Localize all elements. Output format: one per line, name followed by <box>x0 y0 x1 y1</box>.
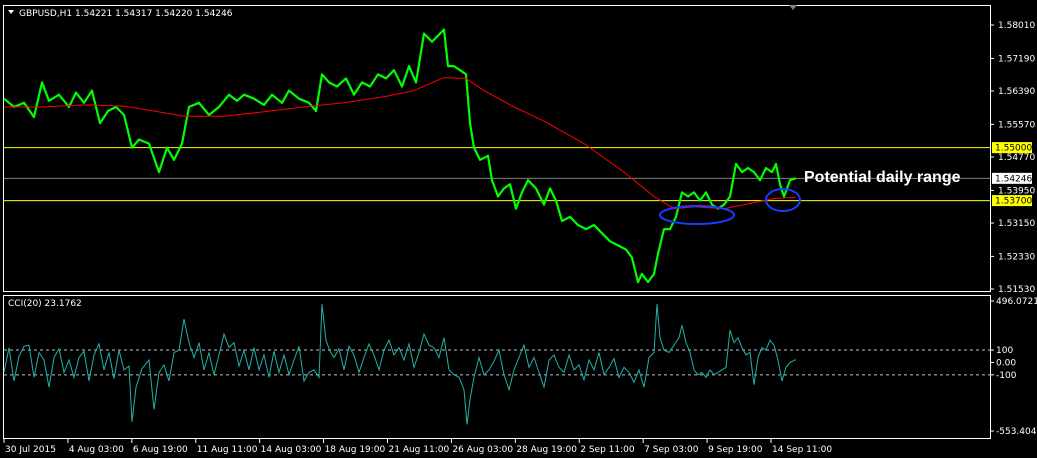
cci-tick-label: 496.0721 <box>996 297 1037 307</box>
cci-tick-label: 100 <box>996 346 1013 356</box>
price-tick-label: 1.51530 <box>998 285 1035 295</box>
price-tick-label: 1.53150 <box>998 219 1035 229</box>
level-label: 1.53700 <box>995 197 1032 207</box>
time-tick-label: 14 Sep 11:00 <box>772 445 832 455</box>
level-label: 1.55000 <box>995 144 1032 154</box>
price-tick-label: 1.52330 <box>998 252 1035 262</box>
cci-tick-label: -100 <box>996 371 1017 381</box>
time-tick-label: 30 Jul 2015 <box>5 445 56 455</box>
time-tick-label: 14 Aug 03:00 <box>261 445 322 455</box>
time-tick-label: 2 Sep 11:00 <box>580 445 635 455</box>
main-title: GBPUSD,H1 1.54221 1.54317 1.54220 1.5424… <box>19 9 233 19</box>
chart-background <box>0 0 1037 458</box>
time-tick-label: 18 Aug 19:00 <box>325 445 386 455</box>
price-tick-label: 1.56390 <box>998 87 1035 97</box>
time-tick-label: 11 Aug 11:00 <box>197 445 258 455</box>
time-tick-label: 26 Aug 03:00 <box>452 445 513 455</box>
annotation-text: Potential daily range <box>804 169 961 186</box>
price-tick-label: 1.55570 <box>998 120 1035 130</box>
price-tick-label: 1.57190 <box>998 54 1035 64</box>
time-tick-label: 4 Aug 03:00 <box>69 445 124 455</box>
current-price-label: 1.54246 <box>995 174 1032 184</box>
time-tick-label: 9 Sep 19:00 <box>708 445 763 455</box>
time-tick-label: 6 Aug 19:00 <box>133 445 188 455</box>
time-tick-label: 28 Aug 19:00 <box>516 445 577 455</box>
cci-title: CCI(20) 23.1762 <box>8 299 82 309</box>
price-tick-label: 1.53950 <box>998 186 1035 196</box>
chart-canvas: 1.58010 1.57190 1.56390 1.55570 1.54770 1.539… <box>0 0 1037 458</box>
price-tick-label: 1.54770 <box>998 153 1035 163</box>
time-tick-label: 21 Aug 11:00 <box>389 445 450 455</box>
cci-tick-label: -553.4042 <box>996 427 1037 437</box>
cci-tick-label: 0.00 <box>996 358 1016 368</box>
time-tick-label: 7 Sep 03:00 <box>644 445 699 455</box>
price-tick-label: 1.58010 <box>998 21 1035 31</box>
